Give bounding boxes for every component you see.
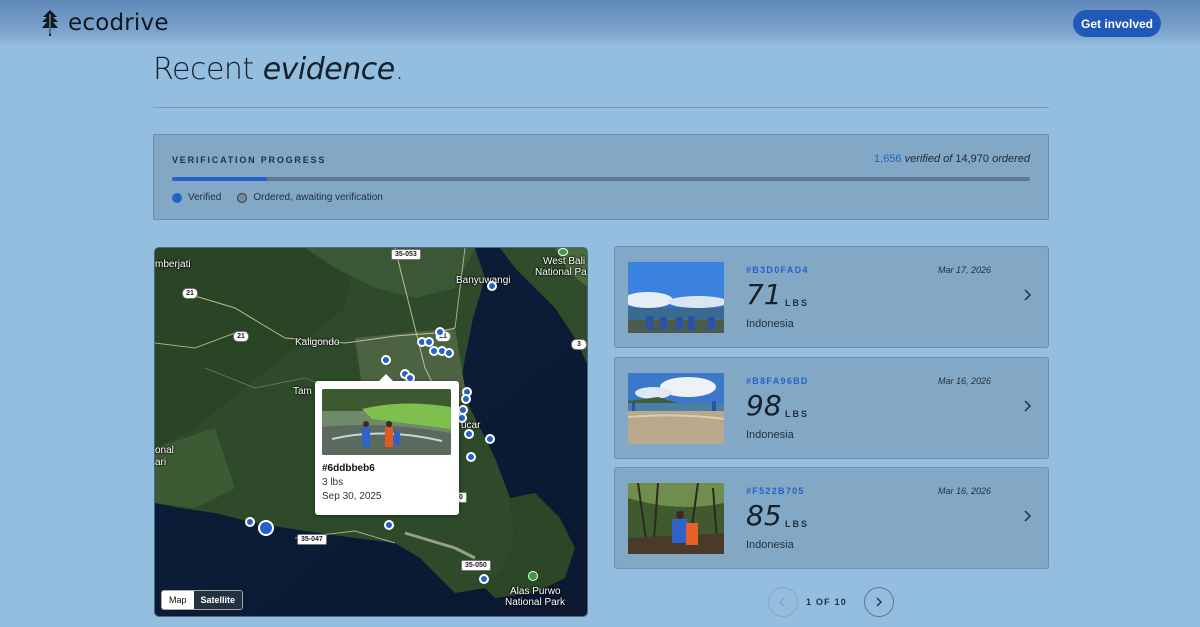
legend-verified: Verified (172, 192, 221, 203)
evidence-map-pin[interactable] (479, 574, 489, 584)
road-badge-35-047: 35-047 (297, 534, 327, 545)
evidence-card[interactable]: #B8FA96BD Mar 16, 2026 98 LBS Indonesia (614, 357, 1049, 459)
evidence-map-pin[interactable] (487, 281, 497, 291)
park-marker-icon (558, 248, 568, 256)
popup-evidence-photo (322, 389, 451, 455)
popup-evidence-date: Sep 30, 2025 (322, 491, 382, 502)
legend-ordered: Ordered, awaiting verification (237, 192, 383, 203)
verification-progress-title: VERIFICATION PROGRESS (172, 155, 327, 165)
park-marker-icon (528, 571, 538, 581)
map-evidence-popup[interactable]: #6ddbbeb6 3 lbs Sep 30, 2025 (315, 374, 459, 515)
map-label-onal: onal (155, 445, 174, 456)
evidence-weight-unit: LBS (785, 298, 809, 308)
verified-count: 1,656 (874, 153, 902, 165)
evidence-photo (628, 483, 724, 554)
evidence-map-pin[interactable] (444, 348, 454, 358)
map-label-alas-purwo: Alas Purwo (510, 586, 561, 597)
legend-verified-label: Verified (188, 192, 222, 203)
evidence-card[interactable]: #F522B705 Mar 16, 2026 85 LBS Indonesia (614, 467, 1049, 569)
road-shield-21: 21 (182, 288, 198, 299)
verification-summary: 1,656 verified of 14,970 ordered (874, 153, 1030, 165)
chevron-right-icon (1024, 289, 1032, 301)
map-view-toggle: Map Satellite (161, 590, 244, 610)
chevron-left-icon (779, 597, 785, 607)
evidence-map[interactable]: mberjati West Bali National Park Banyuwa… (154, 247, 588, 617)
map-label-jember: mberjati (155, 259, 191, 270)
ordered-text: ordered (989, 153, 1030, 165)
evidence-map-pin[interactable] (461, 394, 471, 404)
verification-progress-fill (172, 177, 267, 181)
map-label-west-bali: West Bali (543, 256, 586, 267)
next-page-button[interactable] (864, 587, 894, 617)
evidence-country: Indonesia (746, 318, 794, 330)
evidence-map-pin[interactable] (464, 429, 474, 439)
evidence-photo (628, 373, 724, 444)
evidence-country: Indonesia (746, 539, 794, 551)
evidence-map-pin-cluster[interactable] (258, 520, 274, 536)
evidence-map-pin[interactable] (466, 452, 476, 462)
evidence-weight: 85 (746, 499, 782, 532)
pagination-label: 1 OF 10 (806, 597, 847, 607)
evidence-weight-unit: LBS (785, 519, 809, 529)
road-badge-35-050: 35-050 (461, 560, 491, 571)
verified-dot-icon (172, 192, 182, 203)
road-badge-35-053: 35-053 (391, 249, 421, 260)
map-label-kaligondo: Kaligondo (295, 337, 340, 348)
evidence-map-pin[interactable] (245, 517, 255, 527)
evidence-date: Mar 16, 2026 (938, 486, 992, 496)
evidence-weight: 71 (746, 278, 782, 311)
previous-page-button[interactable] (768, 587, 798, 617)
map-view-button[interactable]: Map (162, 591, 194, 609)
evidence-map-pin[interactable] (435, 327, 445, 337)
map-label-ari: ari (155, 457, 167, 468)
verified-text: verified of (901, 153, 956, 165)
ordered-count: 14,970 (955, 153, 990, 165)
evidence-map-pin[interactable] (381, 355, 391, 365)
get-involved-button[interactable]: Get involved (1073, 10, 1161, 37)
evidence-map-pin[interactable] (485, 434, 495, 444)
page-title-prefix: Recent (153, 52, 263, 87)
verification-progress-panel: VERIFICATION PROGRESS 1,656 verified of … (153, 134, 1049, 220)
satellite-view-button[interactable]: Satellite (193, 591, 243, 609)
map-label-banyuwangi: Banyuwangi (456, 275, 511, 286)
evidence-date: Mar 17, 2026 (938, 265, 992, 275)
evidence-photo (628, 262, 724, 333)
road-shield-21: 21 (233, 331, 249, 342)
brand-logo[interactable]: ecodrive (40, 10, 169, 36)
page-title-suffix: . (394, 52, 405, 87)
evidence-id: #B8FA96BD (746, 376, 809, 386)
title-divider (153, 107, 1049, 108)
progress-legend: Verified Ordered, awaiting verification (172, 192, 383, 203)
popup-evidence-weight: 3 lbs (322, 477, 344, 488)
chevron-right-icon (1024, 510, 1032, 522)
evidence-weight-unit: LBS (785, 409, 809, 419)
verification-progress-bar (172, 177, 1030, 181)
tree-logo-icon (42, 10, 58, 36)
evidence-date: Mar 16, 2026 (938, 376, 992, 386)
top-navigation-bar: ecodrive Get involved (0, 0, 1200, 46)
page-title: Recent evidence. (153, 52, 404, 87)
road-shield-3: 3 (571, 339, 587, 350)
ordered-dot-icon (237, 192, 248, 203)
evidence-card[interactable]: #B3D0FAD4 Mar 17, 2026 71 LBS Indonesia (614, 246, 1049, 348)
legend-ordered-label: Ordered, awaiting verification (253, 192, 383, 203)
chevron-right-icon (1024, 400, 1032, 412)
chevron-right-icon (876, 597, 882, 607)
map-label-tam: Tam (293, 386, 312, 397)
popup-evidence-id: #6ddbbeb6 (322, 463, 375, 474)
evidence-id: #B3D0FAD4 (746, 265, 809, 275)
evidence-weight: 98 (746, 389, 782, 422)
page-title-emphasis: evidence (262, 52, 396, 87)
evidence-map-pin[interactable] (384, 520, 394, 530)
map-label-west-bali-np: National Park (535, 267, 587, 278)
map-label-alas-purwo-np: National Park (505, 597, 566, 608)
brand-name: ecodrive (68, 10, 169, 36)
evidence-id: #F522B705 (746, 486, 805, 496)
evidence-country: Indonesia (746, 429, 794, 441)
